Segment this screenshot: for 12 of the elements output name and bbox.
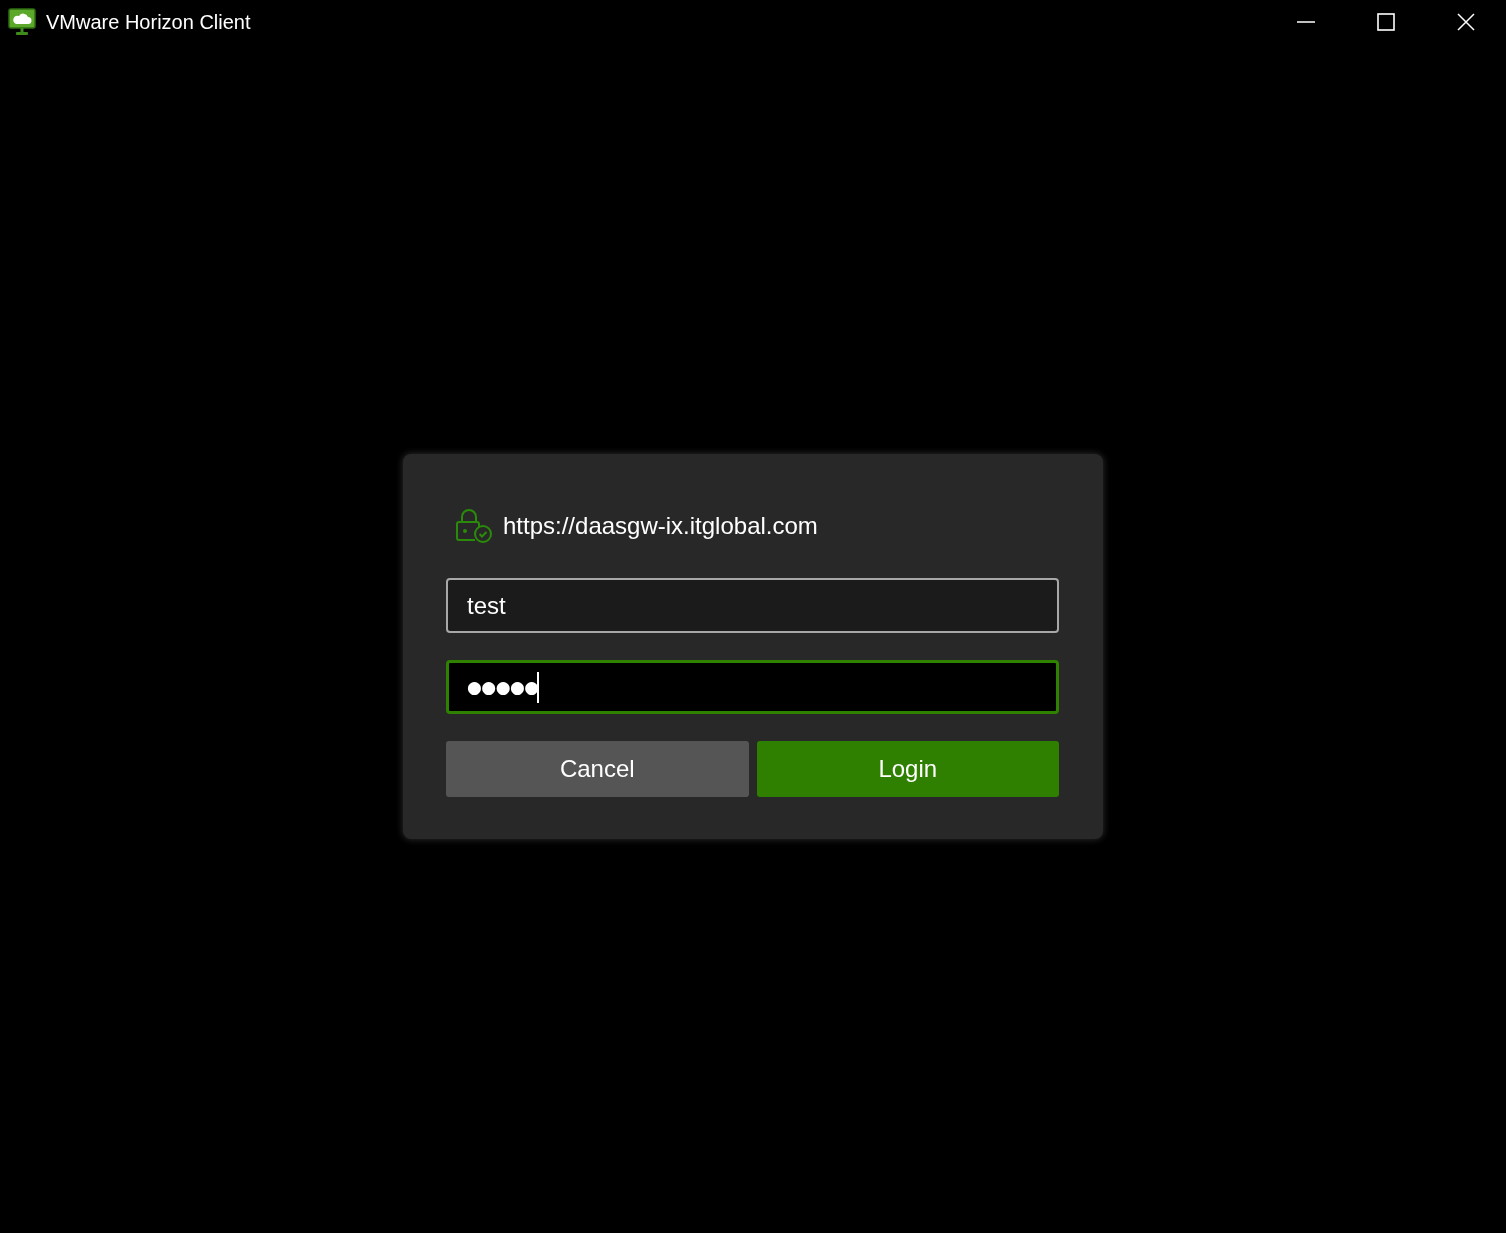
app-logo-icon	[8, 8, 36, 36]
password-field[interactable]: ●●●●●	[446, 660, 1059, 714]
secure-lock-icon	[456, 508, 492, 543]
username-field[interactable]: test	[446, 578, 1059, 633]
maximize-icon	[1377, 13, 1395, 31]
cancel-button[interactable]: Cancel	[446, 741, 749, 797]
server-url: https://daasgw-ix.itglobal.com	[503, 511, 818, 540]
window-title: VMware Horizon Client	[46, 10, 251, 34]
close-icon	[1457, 13, 1475, 31]
minimize-icon	[1297, 21, 1315, 23]
login-button[interactable]: Login	[756, 741, 1059, 797]
text-cursor-icon	[536, 671, 539, 703]
